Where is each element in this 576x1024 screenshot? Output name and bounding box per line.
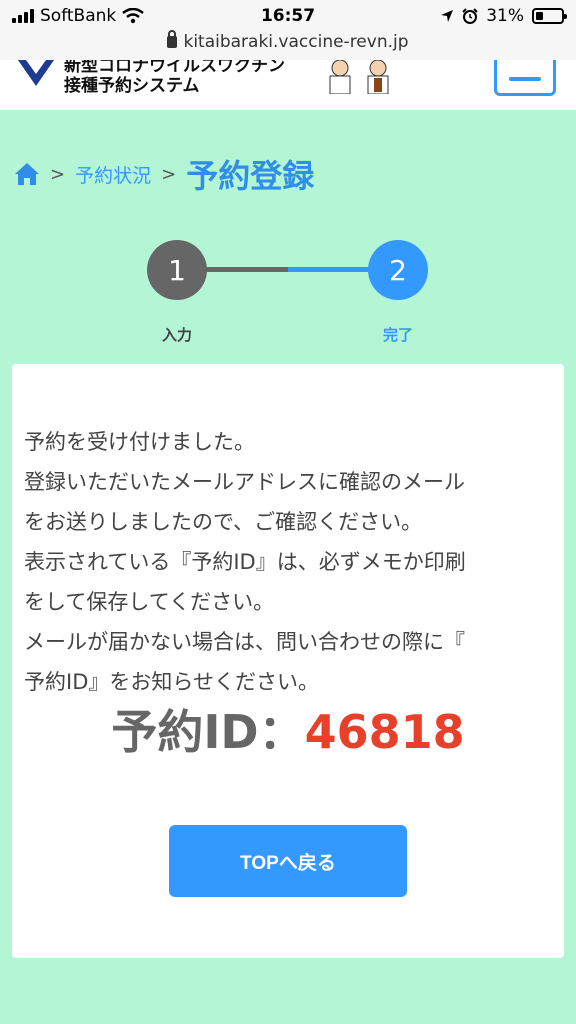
hamburger-menu-icon	[509, 77, 541, 81]
reservation-id-value: 46818	[304, 705, 465, 759]
breadcrumb-separator: >	[50, 163, 66, 185]
confirmation-card: 予約を受け付けました。 登録いただいたメールアドレスに確認のメール をお送りしま…	[12, 364, 564, 958]
page-title: 予約登録	[186, 157, 315, 195]
doctor-illustration-icon	[329, 60, 389, 94]
message-line: メールが届かない場合は、問い合わせの際に『	[24, 630, 465, 654]
site-title-line1: 新型コロナウイルスワクチン	[64, 60, 285, 76]
site-title-line2: 接種予約システム	[64, 76, 200, 96]
message-line: 予約を受け付けました。	[24, 430, 255, 454]
city-emblem-icon[interactable]	[16, 60, 56, 90]
lock-icon	[167, 30, 178, 48]
step-1-label: 入力	[161, 326, 192, 344]
reservation-id: 予約ID：46818	[12, 696, 564, 762]
reservation-id-label: 予約ID：	[111, 705, 305, 759]
location-arrow-icon	[441, 10, 454, 22]
confirmation-message: 予約を受け付けました。 登録いただいたメールアドレスに確認のメール をお送りしま…	[24, 422, 554, 702]
message-line: をして保存してください。	[24, 590, 275, 614]
message-line: をお送りしましたので、ご確認ください。	[24, 510, 423, 534]
message-line: 登録いただいたメールアドレスに確認のメール	[24, 470, 465, 494]
site-title[interactable]: 新型コロナウイルスワクチン 接種予約システム	[64, 60, 285, 96]
message-line: 表示されている『予約ID』は、必ずメモか印刷	[24, 550, 466, 574]
status-right: 31%	[440, 6, 567, 26]
battery-icon	[532, 8, 567, 24]
site-header: 新型コロナウイルスワクチン 接種予約システム	[0, 60, 576, 110]
alarm-clock-icon	[462, 8, 478, 24]
status-bar: SoftBank 16:57 31%	[0, 0, 576, 32]
step-1-circle: 1	[147, 240, 207, 300]
step-2-circle: 2	[368, 240, 428, 300]
step-2-label: 完了	[382, 326, 413, 344]
home-icon[interactable]	[14, 162, 40, 186]
back-to-top-button[interactable]: TOPへ戻る	[169, 825, 407, 897]
breadcrumb: > 予約状況 > 予約登録	[14, 152, 314, 196]
url-text: kitaibaraki.vaccine-revn.jp	[183, 32, 409, 52]
step-connector-completed	[200, 267, 290, 272]
url-bar[interactable]: kitaibaraki.vaccine-revn.jp	[0, 30, 576, 54]
step-connector-current	[288, 267, 376, 272]
hamburger-menu-button[interactable]	[494, 60, 556, 96]
breadcrumb-separator: >	[161, 163, 177, 185]
browser-chrome: SoftBank 16:57 31% kitaibaraki.vaccine-r…	[0, 0, 576, 60]
progress-stepper: 1 2 入力 完了	[0, 236, 576, 356]
breadcrumb-link-reservation-status[interactable]: 予約状況	[75, 161, 151, 188]
battery-percent: 31%	[486, 6, 524, 26]
